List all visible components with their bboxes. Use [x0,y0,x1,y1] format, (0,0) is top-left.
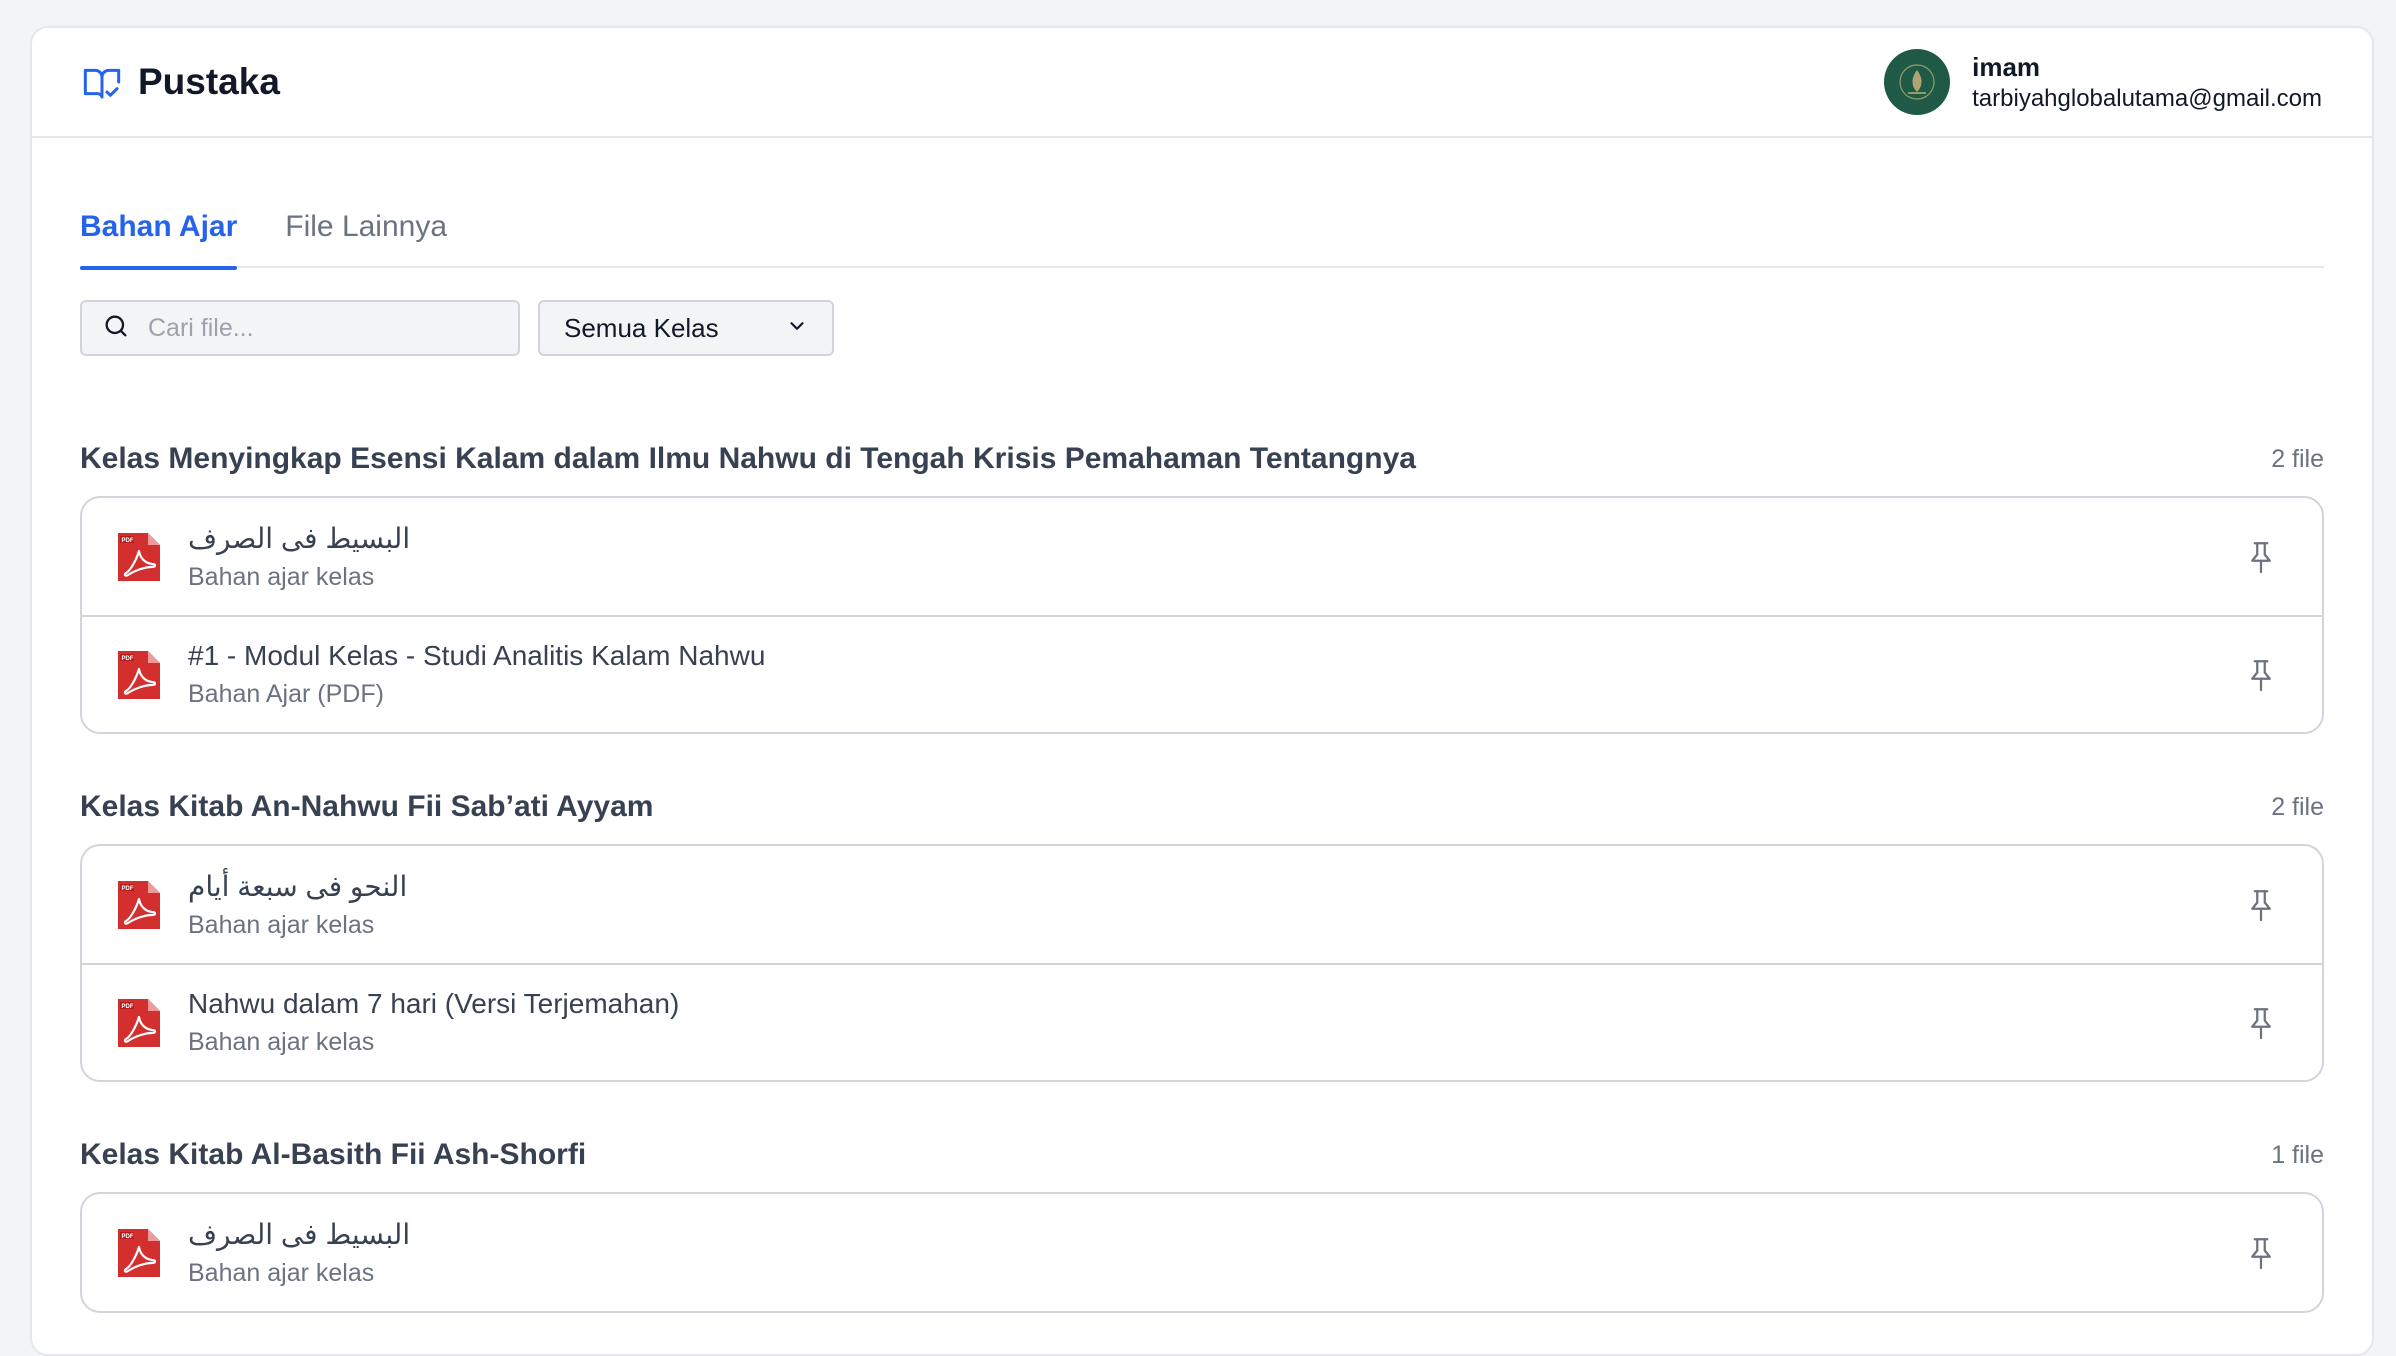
user-name: imam [1972,51,2041,82]
file-title: البسيط فى الصرف [188,1218,411,1250]
app-window: Pustaka imam tarbiyahglobalutama@gmail.c… [30,26,2374,1356]
search-box[interactable] [80,300,520,356]
file-info: البسيط فى الصرف Bahan ajar kelas [188,1218,2246,1288]
file-info: Nahwu dalam 7 hari (Versi Terjemahan) Ba… [188,988,2246,1057]
file-list: PDF البسيط فى الصرف Bahan ajar kelas [80,1192,2324,1313]
class-group: Kelas Menyingkap Esensi Kalam dalam Ilmu… [80,442,2324,734]
pin-icon[interactable] [2246,657,2276,693]
brand[interactable]: Pustaka [82,61,280,103]
file-title: Nahwu dalam 7 hari (Versi Terjemahan) [188,988,680,1019]
group-title: Kelas Menyingkap Esensi Kalam dalam Ilmu… [80,442,1416,475]
svg-text:PDF: PDF [122,886,134,892]
svg-text:PDF: PDF [122,656,134,662]
file-subtitle: Bahan ajar kelas [188,910,375,939]
pin-icon[interactable] [2246,1005,2276,1041]
svg-text:PDF: PDF [122,1234,134,1240]
pdf-icon: PDF [116,531,162,583]
file-subtitle: Bahan Ajar (PDF) [188,680,384,708]
class-group: Kelas Kitab Al-Basith Fii Ash-Shorfi 1 f… [80,1138,2324,1313]
group-file-count: 2 file [2271,444,2324,473]
file-item[interactable]: PDF Nahwu dalam 7 hari (Versi Terjemahan… [82,963,2322,1080]
app-title: Pustaka [138,61,280,102]
group-title: Kelas Kitab Al-Basith Fii Ash-Shorfi [80,1138,587,1171]
file-item[interactable]: PDF البسيط فى الصرف Bahan ajar kelas [82,498,2322,615]
avatar[interactable] [1884,49,1951,115]
tab-bar: Bahan Ajar File Lainnya [80,202,2324,270]
user-info: imam tarbiyahglobalutama@gmail.com [1972,52,2322,113]
class-group: Kelas Kitab An-Nahwu Fii Sab’ati Ayyam 2… [80,790,2324,1082]
file-item[interactable]: PDF البسيط فى الصرف Bahan ajar kelas [82,1194,2322,1311]
filter-bar: Semua Kelas [80,300,2324,356]
pdf-icon: PDF [116,997,162,1049]
group-file-count: 1 file [2271,1140,2324,1169]
user-email: tarbiyahglobalutama@gmail.com [1972,84,2322,112]
group-header: Kelas Kitab An-Nahwu Fii Sab’ati Ayyam 2… [80,790,2324,824]
pdf-icon: PDF [116,1227,162,1279]
tab-file-lainnya[interactable]: File Lainnya [285,202,447,268]
file-list: PDF البسيط فى الصرف Bahan ajar kelas PDF… [80,496,2324,734]
search-icon [102,312,130,345]
file-list: PDF النحو فى سبعة أيام Bahan ajar kelas … [80,844,2324,1082]
svg-text:PDF: PDF [122,1004,134,1010]
file-item[interactable]: PDF #1 - Modul Kelas - Studi Analitis Ka… [82,615,2322,732]
file-item[interactable]: PDF النحو فى سبعة أيام Bahan ajar kelas [82,846,2322,963]
pdf-icon: PDF [116,649,162,701]
pin-icon[interactable] [2246,539,2276,575]
group-header: Kelas Kitab Al-Basith Fii Ash-Shorfi 1 f… [80,1138,2324,1172]
file-subtitle: Bahan ajar kelas [188,1258,375,1287]
tab-bahan-ajar[interactable]: Bahan Ajar [80,202,238,270]
file-subtitle: Bahan ajar kelas [188,1028,375,1056]
file-title: #1 - Modul Kelas - Studi Analitis Kalam … [188,640,766,671]
pin-icon[interactable] [2246,887,2276,923]
file-info: البسيط فى الصرف Bahan ajar kelas [188,522,2246,592]
pin-icon[interactable] [2246,1235,2276,1271]
class-filter-select[interactable]: Semua Kelas [538,300,834,356]
search-input[interactable] [148,313,498,343]
class-filter-value: Semua Kelas [564,312,719,343]
main-content: Bahan Ajar File Lainnya Semua Kelas [32,202,2372,1313]
file-info: النحو فى سبعة أيام Bahan ajar kelas [188,870,2246,940]
file-title: النحو فى سبعة أيام [188,870,408,902]
pdf-icon: PDF [116,879,162,931]
user-menu[interactable]: imam tarbiyahglobalutama@gmail.com [1884,49,2322,115]
file-subtitle: Bahan ajar kelas [188,562,375,591]
chevron-down-icon [786,315,808,342]
group-file-count: 2 file [2271,792,2324,821]
group-title: Kelas Kitab An-Nahwu Fii Sab’ati Ayyam [80,790,654,823]
file-info: #1 - Modul Kelas - Studi Analitis Kalam … [188,640,2246,709]
group-header: Kelas Menyingkap Esensi Kalam dalam Ilmu… [80,442,2324,476]
book-open-check-icon [82,62,122,102]
svg-text:PDF: PDF [122,538,134,544]
top-bar: Pustaka imam tarbiyahglobalutama@gmail.c… [32,28,2372,138]
file-title: البسيط فى الصرف [188,522,411,554]
